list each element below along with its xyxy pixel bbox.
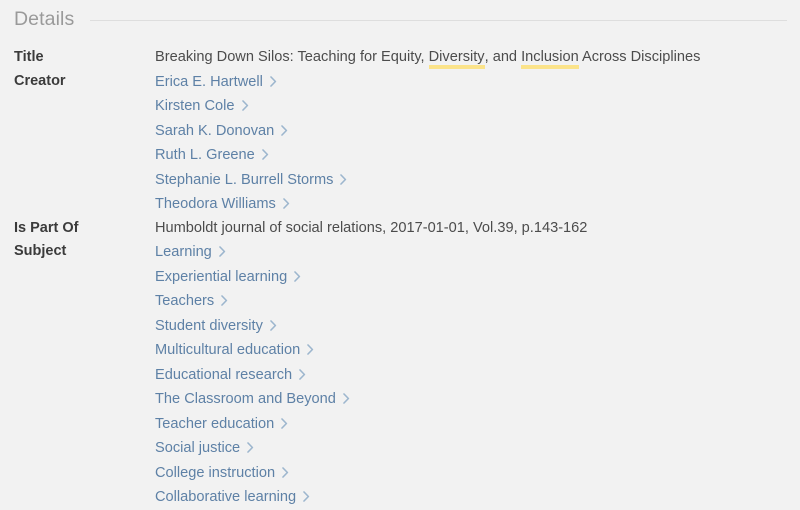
chevron-right-icon (299, 368, 306, 380)
detail-value-segment: , and (484, 49, 522, 65)
detail-value-text: Humboldt journal of social relations, 20… (155, 217, 800, 241)
detail-link-label[interactable]: Sarah K. Donovan (155, 123, 274, 139)
details-section-header: Details (0, 0, 800, 38)
detail-link-ruth-l-greene[interactable]: Ruth L. Greene (155, 143, 800, 168)
chevron-right-icon (282, 466, 289, 478)
chevron-right-icon (219, 246, 226, 257)
chevron-right-icon (283, 198, 290, 209)
detail-link-label[interactable]: Kirsten Cole (155, 98, 235, 114)
detail-values: Breaking Down Silos: Teaching for Equity… (155, 46, 800, 70)
detail-link-stephanie-l-burrell-storms[interactable]: Stephanie L. Burrell Storms (155, 168, 800, 193)
detail-link-label[interactable]: Theodora Williams (155, 196, 276, 212)
detail-row-is-part-of: Is Part Of Humboldt journal of social rel… (0, 217, 800, 241)
detail-link-label[interactable]: Educational research (155, 367, 292, 383)
detail-link-multicultural-education[interactable]: Multicultural education (155, 338, 800, 363)
chevron-right-icon (281, 417, 288, 429)
detail-label: Is Part Of (14, 219, 79, 236)
detail-link-label[interactable]: Collaborative learning (155, 489, 296, 505)
detail-row-subject: Subject Learning Experiential learning Teac… (0, 240, 800, 510)
chevron-right-icon (270, 319, 277, 331)
detail-link-label[interactable]: Multicultural education (155, 342, 300, 358)
chevron-right-icon (303, 491, 310, 502)
chevron-right-icon (281, 124, 288, 136)
detail-link-sarah-k-donovan[interactable]: Sarah K. Donovan (155, 119, 800, 144)
detail-value-segment: Breaking Down Silos: Teaching for Equity… (155, 49, 429, 65)
detail-link-label[interactable]: Ruth L. Greene (155, 147, 255, 163)
detail-link-label[interactable]: The Classroom and Beyond (155, 391, 336, 407)
chevron-right-icon (241, 100, 249, 111)
chevron-right-icon (221, 295, 228, 306)
chevron-right-icon (261, 149, 269, 160)
detail-link-label[interactable]: Experiential learning (155, 269, 287, 285)
detail-link-student-diversity[interactable]: Student diversity (155, 314, 800, 339)
chevron-right-icon (340, 173, 347, 185)
detail-value-segment: Across Disciplines (578, 49, 701, 65)
detail-link-college-instruction[interactable]: College instruction (155, 461, 800, 486)
detail-link-label[interactable]: Stephanie L. Burrell Storms (155, 172, 333, 188)
detail-label: Title (14, 49, 44, 65)
detail-link-label[interactable]: Student diversity (155, 318, 263, 334)
highlighted-term: Inclusion (521, 46, 579, 70)
highlighted-term: Diversity (428, 46, 485, 70)
header-divider (90, 20, 787, 21)
highlighted-term-text: Diversity (428, 49, 485, 65)
detail-values: Humboldt journal of social relations, 20… (155, 217, 800, 241)
detail-row-creator: Creator Erica E. Hartwell Kirsten Cole Sara… (0, 70, 800, 217)
detail-link-theodora-williams[interactable]: Theodora Williams (155, 192, 800, 217)
detail-values: Learning Experiential learning Teachers Stu… (155, 240, 800, 510)
detail-link-social-justice[interactable]: Social justice (155, 436, 800, 461)
highlighted-term-text: Inclusion (521, 49, 579, 65)
detail-link-label[interactable]: Learning (155, 244, 212, 260)
details-list: Title Breaking Down Silos: Teaching for E… (0, 38, 800, 510)
detail-link-erica-e-hartwell[interactable]: Erica E. Hartwell (155, 70, 800, 95)
detail-label: Creator (14, 72, 66, 89)
detail-link-label[interactable]: College instruction (155, 465, 275, 481)
page-title: Details (14, 7, 75, 30)
detail-link-label[interactable]: Teacher education (155, 416, 274, 432)
detail-label: Subject (14, 243, 67, 259)
chevron-right-icon (270, 75, 277, 87)
detail-link-label[interactable]: Erica E. Hartwell (155, 74, 263, 90)
detail-link-kirsten-cole[interactable]: Kirsten Cole (155, 94, 800, 119)
chevron-right-icon (247, 442, 254, 453)
detail-link-teacher-education[interactable]: Teacher education (155, 412, 800, 437)
detail-link-the-classroom-and-beyond[interactable]: The Classroom and Beyond (155, 387, 800, 412)
detail-link-collaborative-learning[interactable]: Collaborative learning (155, 485, 800, 510)
chevron-right-icon (343, 393, 350, 404)
chevron-right-icon (307, 344, 314, 355)
detail-link-teachers[interactable]: Teachers (155, 289, 800, 314)
detail-link-experiential-learning[interactable]: Experiential learning (155, 265, 800, 290)
chevron-right-icon (294, 270, 301, 282)
detail-value-text: Breaking Down Silos: Teaching for Equity… (155, 46, 800, 70)
detail-link-educational-research[interactable]: Educational research (155, 363, 800, 388)
detail-values: Erica E. Hartwell Kirsten Cole Sarah K. Do… (155, 70, 800, 217)
detail-row-title: Title Breaking Down Silos: Teaching for E… (0, 46, 800, 70)
detail-link-label[interactable]: Teachers (155, 293, 214, 309)
detail-link-label[interactable]: Social justice (155, 440, 240, 456)
detail-value-segment: Humboldt journal of social relations, 20… (155, 219, 588, 236)
detail-link-learning[interactable]: Learning (155, 240, 800, 265)
